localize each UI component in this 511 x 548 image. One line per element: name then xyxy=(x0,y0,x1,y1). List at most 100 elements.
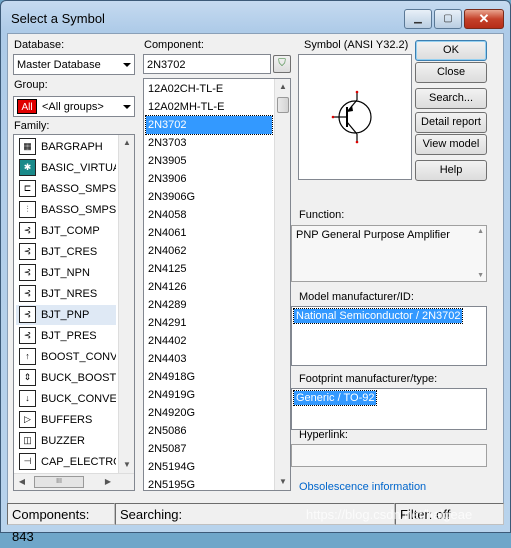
bjt-nres-icon: ⊰ xyxy=(19,285,36,302)
family-item[interactable]: ⊰ BJT_NRES xyxy=(16,284,116,304)
component-list[interactable]: 12A02CH-TL-E 12A02MH-TL-E 2N3702 2N3703 2N39… xyxy=(143,78,291,491)
group-select[interactable]: All <All groups> xyxy=(13,96,135,117)
close-button[interactable]: Close xyxy=(415,62,487,83)
family-item[interactable]: ⊰ BJT_COMP xyxy=(16,221,116,241)
view-model-button[interactable]: View model xyxy=(415,134,487,155)
component-vertical-scrollbar[interactable]: ▲ ▼ xyxy=(274,79,290,490)
family-item[interactable]: ⊰ BJT_CRES xyxy=(16,242,116,262)
component-item[interactable]: 2N4062 xyxy=(146,242,272,260)
component-item[interactable]: 12A02MH-TL-E xyxy=(146,98,272,116)
component-item[interactable]: 2N4126 xyxy=(146,278,272,296)
scroll-down-icon[interactable]: ▼ xyxy=(275,474,290,490)
component-item[interactable]: 2N3906G xyxy=(146,188,272,206)
family-item[interactable]: ▷ BUFFERS xyxy=(16,410,116,430)
family-horizontal-scrollbar[interactable]: ◀ III ▶ xyxy=(14,473,134,490)
family-item[interactable]: ⊰ BJT_NPN xyxy=(16,263,116,283)
maximize-button[interactable]: ▢ xyxy=(434,9,462,29)
family-item-label: BJT_COMP xyxy=(41,225,100,237)
component-item[interactable]: 2N3703 xyxy=(146,134,272,152)
scroll-down-icon[interactable]: ▼ xyxy=(477,272,484,279)
family-item-label: BJT_NPN xyxy=(41,267,90,279)
family-item[interactable]: ⊣ CAP_ELECTROL xyxy=(16,452,116,472)
obsolescence-link[interactable]: Obsolescence information xyxy=(299,481,426,493)
family-vertical-scrollbar[interactable]: ▲ ▼ xyxy=(118,135,134,473)
component-item[interactable]: 2N4403 xyxy=(146,350,272,368)
component-item[interactable]: 2N3905 xyxy=(146,152,272,170)
search-button[interactable]: Search... xyxy=(415,88,487,109)
component-scroll-thumb[interactable] xyxy=(277,97,289,113)
scroll-up-icon[interactable]: ▲ xyxy=(275,79,290,95)
component-item[interactable]: 2N4125 xyxy=(146,260,272,278)
pnp-transistor-icon xyxy=(331,90,372,144)
family-item[interactable]: ↑ BOOST_CONVE xyxy=(16,347,116,367)
buzzer-icon: ◫ xyxy=(19,432,36,449)
family-item[interactable]: ⊰ BJT_PNP xyxy=(16,305,116,325)
buck-boost-icon: ⇕ xyxy=(19,369,36,386)
family-item-label: BASSO_SMPS_C xyxy=(41,204,116,216)
family-item[interactable]: ✱ BASIC_VIRTUA xyxy=(16,158,116,178)
component-item[interactable]: 2N4918G xyxy=(146,368,272,386)
bjt-cres-icon: ⊰ xyxy=(19,243,36,260)
family-item-label: BASSO_SMPS_A xyxy=(41,183,116,195)
family-item[interactable]: ▦ BARGRAPH xyxy=(16,137,116,157)
model-label: Model manufacturer/ID: xyxy=(299,291,414,303)
hyperlink-field[interactable] xyxy=(291,444,487,467)
component-item[interactable]: 12A02CH-TL-E xyxy=(146,80,272,98)
component-item[interactable]: 2N5087 xyxy=(146,440,272,458)
model-list[interactable]: National Semiconductor / 2N3702 xyxy=(291,306,487,366)
group-value: <All groups> xyxy=(42,101,104,113)
scroll-up-icon[interactable]: ▲ xyxy=(477,228,484,235)
component-item[interactable]: 2N4920G xyxy=(146,404,272,422)
footprint-value[interactable]: Generic / TO-92 xyxy=(292,390,378,406)
group-label: Group: xyxy=(14,79,48,91)
family-item-label: BJT_CRES xyxy=(41,246,98,258)
component-item[interactable]: 2N4919G xyxy=(146,386,272,404)
family-item[interactable]: ↓ BUCK_CONVERT xyxy=(16,389,116,409)
family-item-label: BASIC_VIRTUA xyxy=(41,162,116,174)
database-select[interactable]: Master Database xyxy=(13,54,135,75)
family-item-label: BJT_NRES xyxy=(41,288,98,300)
model-value[interactable]: National Semiconductor / 2N3702 xyxy=(292,308,464,324)
close-window-button[interactable]: ✕ xyxy=(464,9,504,29)
scroll-up-icon[interactable]: ▲ xyxy=(119,135,134,151)
bargraph-icon: ▦ xyxy=(19,138,36,155)
minimize-button[interactable]: ▁ xyxy=(404,9,432,29)
family-list[interactable]: ▦ BARGRAPH ✱ BASIC_VIRTUA ⊏ BASSO_SMPS_A ⫶ BASS… xyxy=(13,134,135,491)
component-item[interactable]: 2N3702 xyxy=(145,115,273,135)
filter-icon[interactable]: ⛉ xyxy=(273,55,291,73)
component-item[interactable]: 2N5194G xyxy=(146,458,272,476)
component-item[interactable]: 2N4291 xyxy=(146,314,272,332)
family-item[interactable]: ⫶ BASSO_SMPS_C xyxy=(16,200,116,220)
database-value: Master Database xyxy=(17,59,101,71)
family-item[interactable]: ⇕ BUCK_BOOST_C xyxy=(16,368,116,388)
footprint-list[interactable]: Generic / TO-92 xyxy=(291,388,487,430)
scroll-left-icon[interactable]: ◀ xyxy=(14,474,30,490)
bjt-pnp-icon: ⊰ xyxy=(19,306,36,323)
ok-button[interactable]: OK xyxy=(415,40,487,61)
function-label: Function: xyxy=(299,209,345,221)
help-button[interactable]: Help xyxy=(415,160,487,181)
family-item-label: BUZZER xyxy=(41,435,85,447)
family-item[interactable]: ⊏ BASSO_SMPS_A xyxy=(16,179,116,199)
component-item[interactable]: 2N4289 xyxy=(146,296,272,314)
family-item-label: CAP_ELECTROL xyxy=(41,456,116,468)
function-value: PNP General Purpose Amplifier xyxy=(296,229,450,241)
component-search-input[interactable]: 2N3702 xyxy=(143,54,271,74)
component-item[interactable]: 2N4061 xyxy=(146,224,272,242)
bjt-pres-icon: ⊰ xyxy=(19,327,36,344)
chevron-down-icon xyxy=(123,63,131,67)
component-item[interactable]: 2N4402 xyxy=(146,332,272,350)
all-groups-icon: All xyxy=(17,99,37,114)
detail-report-button[interactable]: Detail report xyxy=(415,112,487,133)
component-item[interactable]: 2N4058 xyxy=(146,206,272,224)
component-item[interactable]: 2N5086 xyxy=(146,422,272,440)
horizontal-scroll-thumb[interactable]: III xyxy=(34,476,84,488)
component-item[interactable]: 2N3906 xyxy=(146,170,272,188)
component-item[interactable]: 2N5195G xyxy=(146,476,272,490)
buck-converter-icon: ↓ xyxy=(19,390,36,407)
scroll-down-icon[interactable]: ▼ xyxy=(119,457,134,473)
family-item[interactable]: ◫ BUZZER xyxy=(16,431,116,451)
scroll-right-icon[interactable]: ▶ xyxy=(100,474,116,490)
family-item[interactable]: ⊰ BJT_PRES xyxy=(16,326,116,346)
family-item-label: BUCK_CONVERT xyxy=(41,393,116,405)
